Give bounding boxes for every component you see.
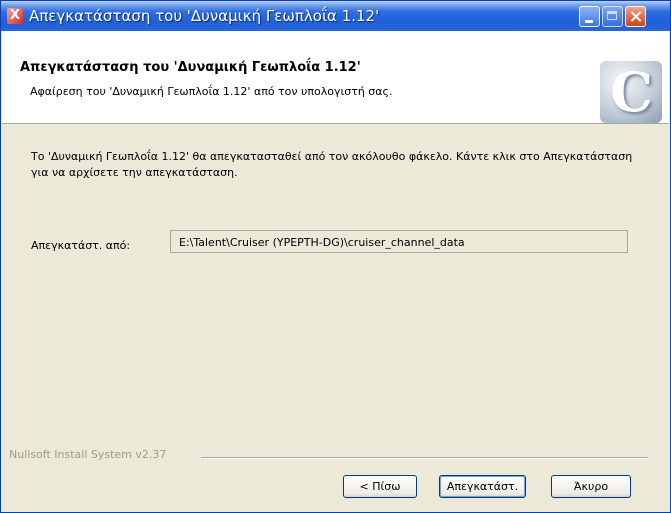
app-icon: X bbox=[7, 8, 23, 24]
cancel-button[interactable]: Άκυρο bbox=[551, 475, 631, 498]
page-title: Απεγκατάσταση του 'Δυναμική Γεωπλοΐα 1.1… bbox=[20, 60, 361, 75]
back-button[interactable]: < Πίσω bbox=[343, 475, 417, 498]
installer-window: X Απεγκατάσταση του 'Δυναμική Γεωπλοΐα 1… bbox=[0, 0, 671, 513]
folder-label: Απεγκατάστ. από: bbox=[31, 239, 131, 252]
maximize-button[interactable] bbox=[602, 6, 623, 27]
close-button[interactable] bbox=[625, 6, 646, 27]
installer-logo: C bbox=[600, 61, 662, 123]
minimize-button[interactable] bbox=[579, 6, 600, 27]
branding-text: Nullsoft Install System v2.37 bbox=[9, 448, 171, 461]
uninstall-button[interactable]: Απεγκατάστ. bbox=[439, 475, 526, 498]
description-text: Το 'Δυναμική Γεωπλοΐα 1.12' θα απεγκατασ… bbox=[31, 150, 633, 179]
title-bar[interactable]: X Απεγκατάσταση του 'Δυναμική Γεωπλοΐα 1… bbox=[1, 1, 670, 31]
branding-divider bbox=[201, 457, 648, 458]
window-title: Απεγκατάσταση του 'Δυναμική Γεωπλοΐα 1.1… bbox=[29, 7, 380, 25]
folder-path-field: E:\Talent\Cruiser (YPEPTH-DG)\cruiser_ch… bbox=[170, 230, 628, 253]
page-subtitle: Αφαίρεση του 'Δυναμική Γεωπλοΐα 1.12' απ… bbox=[30, 85, 393, 98]
header-panel: Απεγκατάσταση του 'Δυναμική Γεωπλοΐα 1.1… bbox=[2, 31, 669, 124]
logo-letter: C bbox=[610, 60, 653, 124]
